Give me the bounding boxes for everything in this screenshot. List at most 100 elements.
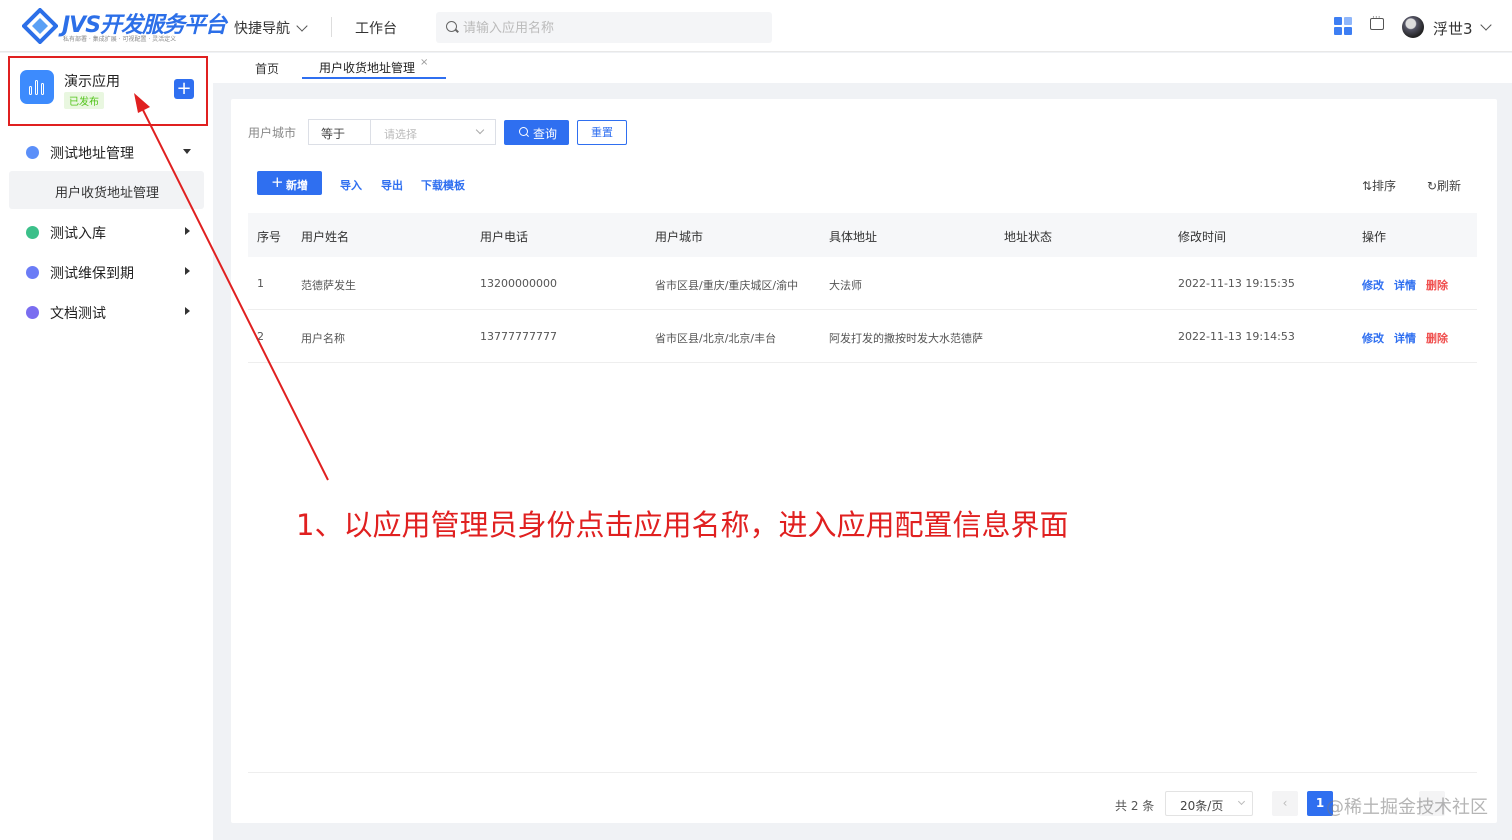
sidebar-subitem-label: 用户收货地址管理: [55, 186, 160, 201]
cell-index: 2: [257, 330, 264, 343]
top-header: JVS开发服务平台 私有部署 · 集成扩展 · 可视配置 · 灵活定义 快捷导航…: [0, 0, 1512, 52]
refresh-button[interactable]: ↻刷新: [1427, 177, 1461, 194]
logo-mark-icon: [22, 8, 58, 44]
workbench-link[interactable]: 工作台: [355, 18, 397, 38]
add-label: 新增: [286, 179, 308, 192]
message-icon[interactable]: [1370, 13, 1384, 30]
main-panel: 用户城市 等于 请选择 查询 重置 + 新增 导入 导出 下载模板 ⇅排序 ↻刷…: [231, 99, 1497, 823]
city-select[interactable]: 请选择: [370, 119, 496, 145]
cell-address: 阿发打发的撒按时发大水范德萨: [829, 332, 983, 345]
delete-button[interactable]: 删除: [1426, 330, 1448, 346]
chevron-down-icon[interactable]: [1480, 19, 1492, 31]
table-row: 1 范德萨发生 13200000000 省市区县/重庆/重庆城区/渝中 大法师 …: [248, 257, 1477, 310]
nav-divider: [331, 17, 332, 37]
sidebar-item-inbound[interactable]: 测试入库: [0, 213, 213, 249]
page-size-value: 20条/页: [1180, 799, 1224, 813]
column-header: 修改时间: [1178, 230, 1227, 244]
filter-operator-select[interactable]: 等于: [308, 119, 370, 145]
column-header: 具体地址: [829, 230, 878, 244]
username[interactable]: 浮世3: [1433, 18, 1473, 39]
status-badge: 已发布: [64, 92, 104, 109]
sidebar-item-address[interactable]: 测试地址管理: [0, 133, 213, 169]
sort-button[interactable]: ⇅排序: [1362, 177, 1396, 194]
cell-phone: 13200000000: [480, 277, 557, 290]
app-card[interactable]: 演示应用 已发布 +: [8, 56, 208, 126]
plus-icon: +: [271, 173, 284, 191]
reset-button[interactable]: 重置: [577, 120, 627, 145]
close-icon[interactable]: ×: [420, 57, 428, 68]
column-header: 地址状态: [1004, 230, 1053, 244]
sidebar-item-docs[interactable]: 文档测试: [0, 293, 213, 329]
app-name[interactable]: 演示应用: [64, 71, 120, 91]
search-icon: [446, 21, 457, 32]
filter-label: 用户城市: [248, 126, 297, 140]
chevron-down-icon: [296, 20, 308, 32]
app-search-input[interactable]: [463, 18, 763, 38]
add-button[interactable]: + 新增: [257, 171, 322, 195]
import-button[interactable]: 导入: [340, 177, 362, 193]
column-header: 用户姓名: [301, 230, 350, 244]
caret-right-icon: [185, 267, 190, 275]
tab-home[interactable]: 首页: [255, 60, 279, 77]
column-header: 操作: [1362, 230, 1387, 244]
detail-button[interactable]: 详情: [1394, 277, 1416, 293]
table-row: 2 用户名称 13777777777 省市区县/北京/北京/丰台 阿发打发的撒按…: [248, 310, 1477, 363]
cell-city: 省市区县/重庆/重庆城区/渝中: [655, 279, 799, 292]
apps-grid-icon[interactable]: [1334, 17, 1352, 35]
caret-right-icon: [185, 227, 190, 235]
annotation-text: 1、以应用管理员身份点击应用名称，进入应用配置信息界面: [296, 508, 1069, 542]
logo[interactable]: JVS开发服务平台 私有部署 · 集成扩展 · 可视配置 · 灵活定义: [22, 6, 227, 46]
export-button[interactable]: 导出: [381, 177, 403, 193]
cell-city: 省市区县/北京/北京/丰台: [655, 332, 777, 345]
caret-down-icon: [183, 149, 191, 154]
sidebar: 演示应用 已发布 + 测试地址管理 用户收货地址管理 测试入库 测试维保到期 文…: [0, 53, 213, 840]
sidebar-item-maintenance[interactable]: 测试维保到期: [0, 253, 213, 289]
search-circle-icon: [26, 146, 39, 159]
page-size-select[interactable]: 20条/页: [1165, 791, 1253, 816]
active-tab-indicator: [302, 77, 446, 79]
table-header: 序号 用户姓名 用户电话 用户城市 具体地址 地址状态 修改时间 操作: [248, 213, 1477, 257]
add-menu-button[interactable]: +: [174, 79, 194, 99]
cell-phone: 13777777777: [480, 330, 557, 343]
cell-index: 1: [257, 277, 264, 290]
sidebar-item-label: 测试地址管理: [50, 146, 134, 162]
bar-chart-icon: [20, 70, 54, 104]
cell-address: 大法师: [829, 279, 862, 292]
cell-modified: 2022-11-13 19:14:53: [1178, 330, 1295, 343]
delete-button[interactable]: 删除: [1426, 277, 1448, 293]
sidebar-item-label: 测试入库: [50, 226, 106, 242]
prev-page-button[interactable]: ‹: [1272, 791, 1298, 816]
quick-nav-menu[interactable]: 快捷导航: [234, 18, 308, 38]
chevron-down-icon: [1237, 797, 1246, 806]
caret-right-icon: [185, 307, 190, 315]
column-header: 用户城市: [655, 230, 704, 244]
tab-user-address[interactable]: 用户收货地址管理: [319, 59, 415, 76]
logo-subtitle: 私有部署 · 集成扩展 · 可视配置 · 灵活定义: [63, 36, 177, 43]
calendar-icon: [26, 266, 39, 279]
avatar[interactable]: [1402, 16, 1424, 38]
sidebar-item-label: 文档测试: [50, 306, 106, 322]
search-icon: [519, 127, 528, 136]
city-select-placeholder: 请选择: [384, 128, 417, 141]
sidebar-subitem-user-address[interactable]: 用户收货地址管理: [9, 171, 204, 209]
column-header: 用户电话: [480, 230, 529, 244]
edit-button[interactable]: 修改: [1362, 277, 1384, 293]
table-footer-divider: [248, 772, 1477, 773]
query-label: 查询: [533, 127, 558, 141]
cell-name: 用户名称: [301, 332, 345, 345]
cell-modified: 2022-11-13 19:15:35: [1178, 277, 1295, 290]
quick-nav-label: 快捷导航: [234, 21, 290, 37]
column-header: 序号: [257, 230, 282, 244]
total-count: 共 2 条: [1115, 799, 1155, 813]
app-search[interactable]: [436, 12, 772, 43]
cell-name: 范德萨发生: [301, 279, 356, 292]
download-template-button[interactable]: 下载模板: [421, 177, 465, 193]
document-icon: [26, 306, 39, 319]
storage-icon: [26, 226, 39, 239]
query-button[interactable]: 查询: [504, 120, 569, 145]
chevron-down-icon: [475, 125, 485, 135]
sidebar-item-label: 测试维保到期: [50, 266, 134, 282]
edit-button[interactable]: 修改: [1362, 330, 1384, 346]
page-tabs: 首页 用户收货地址管理 ×: [213, 53, 1512, 83]
detail-button[interactable]: 详情: [1394, 330, 1416, 346]
